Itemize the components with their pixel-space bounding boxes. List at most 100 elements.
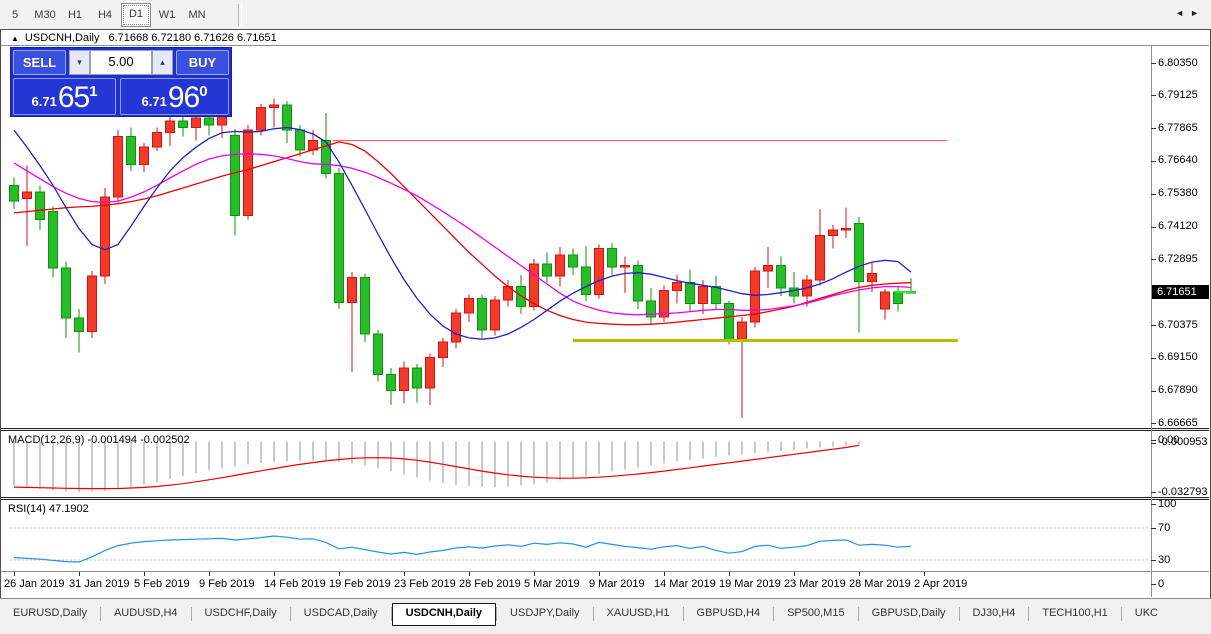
date-tick-label: 9 Feb 2019 [199,578,255,590]
volume-decrease-button[interactable]: ▾ [69,50,90,75]
macd-tick-mark [1151,492,1156,493]
candle [373,333,383,376]
tab-usdchf-daily[interactable]: USDCHF,Daily [192,603,290,624]
candle [620,265,630,268]
timeframe-h4[interactable]: H4 [91,5,119,25]
candle [594,247,604,295]
tab-eurusd-daily[interactable]: EURUSD,Daily [0,603,100,624]
price-tick-mark [1151,193,1156,195]
tab-tech100-h1[interactable]: TECH100,H1 [1029,603,1120,624]
price-tick-label: 6.66665 [1158,416,1198,429]
candle [191,117,201,128]
candle [139,146,149,165]
date-tick-mark [274,572,275,576]
tab-dj30-h4[interactable]: DJ30,H4 [960,603,1029,624]
candle [152,132,162,148]
buy-price-big: 96 [167,81,200,114]
timeframe-d1[interactable]: D1 [121,2,151,27]
rsi-pane[interactable] [2,500,1151,571]
candle [464,297,474,314]
candle [737,321,747,340]
rsi-label: RSI(14) 47.1902 [8,503,89,515]
candle [555,254,565,277]
timeframe-h1[interactable]: H1 [61,5,89,25]
candle [347,276,357,303]
date-tick-mark [404,572,405,576]
buy-price-display[interactable]: 6.71 96 0 [120,78,229,115]
candle [880,291,890,310]
candle [360,276,370,335]
timeframe-mn[interactable]: MN [183,5,211,25]
tab-sp500-m15[interactable]: SP500,M15 [774,603,857,624]
candle [425,357,435,389]
date-tick-label: 19 Feb 2019 [329,578,391,590]
tab-audusd-h4[interactable]: AUDUSD,H4 [101,603,191,624]
sell-price-big: 65 [57,81,90,114]
date-tick-mark [339,572,340,576]
macd-label: MACD(12,26,9) -0.001494 -0.002502 [8,434,190,446]
candle [893,291,903,305]
date-tick-mark [469,572,470,576]
sell-button[interactable]: SELL [13,50,66,75]
candle [672,282,682,292]
timeframe-m30[interactable]: M30 [31,5,59,25]
tab-scroll-right-icon[interactable]: ► [1190,8,1205,18]
tab-usdcnh-daily[interactable]: USDCNH,Daily [391,603,497,626]
chart-title-ohlc: 6.71668 6.72180 6.71626 6.71651 [108,32,277,44]
timeframe-5[interactable]: 5 [1,5,29,25]
candle [698,286,708,305]
candle [269,104,279,109]
rsi-level-label: 30 [1158,553,1171,566]
tab-gbpusd-h4[interactable]: GBPUSD,H4 [684,603,774,624]
price-tick-label: 6.74120 [1158,220,1198,233]
rsi-level-label: 0 [1158,577,1165,590]
ma-mid-magenta [13,153,912,316]
symbol-tab-bar: EURUSD,Daily AUDUSD,H4 USDCHF,Daily USDCAD,… [0,598,1211,634]
collapse-triangle-icon[interactable]: ▲ [11,34,19,43]
candle [685,282,695,305]
chevron-down-icon: ▾ [77,57,82,67]
tab-ukc[interactable]: UKC [1122,603,1171,624]
sell-price-pip: 1 [89,83,98,100]
candle [61,267,71,319]
date-tick-mark [924,572,925,576]
candle [451,312,461,343]
tab-scroll-arrows: ◄► [1175,8,1205,18]
price-tick-label: 6.69150 [1158,351,1198,364]
toolbar-separator [238,3,242,26]
date-tick-label: 5 Feb 2019 [134,578,190,590]
sell-price-display[interactable]: 6.71 65 1 [13,78,117,115]
price-tick-label: 6.75380 [1158,187,1198,200]
macd-histogram [13,441,860,493]
tab-xauusd-h1[interactable]: XAUUSD,H1 [594,603,683,624]
candle [35,191,45,221]
tab-scroll-left-icon[interactable]: ◄ [1175,8,1190,18]
price-tick-mark [1151,357,1156,359]
candle [282,104,292,131]
candle [776,265,786,289]
candle [386,374,396,392]
price-tick-mark [1151,390,1156,392]
candle [568,254,578,268]
price-tick-mark [1151,423,1156,424]
price-tick-label: 6.70375 [1158,318,1198,331]
rsi-line [13,535,912,563]
date-tick-mark [729,572,730,576]
tab-usdcad-daily[interactable]: USDCAD,Daily [291,603,391,624]
buy-button[interactable]: BUY [176,50,229,75]
timeframe-w1[interactable]: W1 [153,5,181,25]
volume-input[interactable]: 5.00 [90,50,152,75]
volume-increase-button[interactable]: ▴ [152,50,173,75]
candle [74,317,84,332]
candle [529,263,539,307]
rsi-bottom-border [1,571,1209,572]
price-tick-label: 6.72895 [1158,252,1198,265]
tab-usdjpy-daily[interactable]: USDJPY,Daily [497,603,593,624]
tab-gbpusd-daily[interactable]: GBPUSD,Daily [859,603,959,624]
app-window: 5 M30 H1 H4 D1 W1 MN ▲ USDCNH,Daily 6.71668 6.… [0,0,1211,634]
candle [542,263,552,277]
sell-price-base: 6.71 [31,94,57,109]
date-tick-label: 5 Mar 2019 [524,578,580,590]
candle [412,367,422,389]
date-tick-mark [79,572,80,576]
